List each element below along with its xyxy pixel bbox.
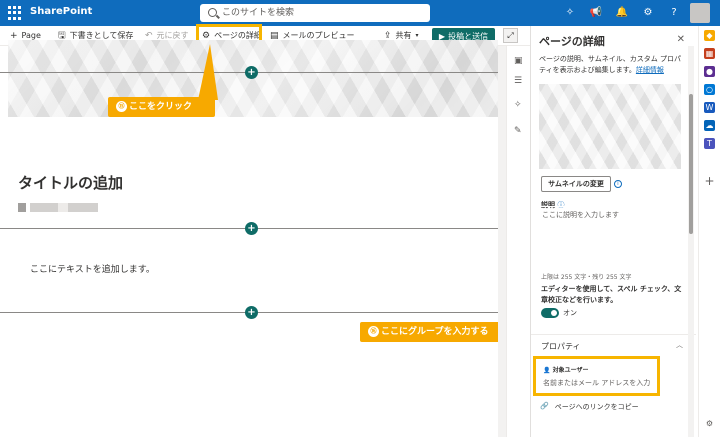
details-link[interactable]: 詳細情報 [636,66,664,74]
panel-description: ページの説明、サムネイル、カスタム プロパティを表示および編集します。詳細情報 [539,54,687,76]
panel-title: ページの詳細 [539,35,605,48]
copilot-icon[interactable]: ✧ [564,6,576,18]
add-section-icon[interactable]: + [245,306,258,319]
chevron-up-icon[interactable]: ︿ [676,340,683,350]
canvas-scrollbar[interactable] [498,46,506,437]
app-launcher-icon[interactable] [8,6,22,20]
search-placeholder: このサイトを検索 [222,8,295,18]
bell-icon[interactable]: 🔔 [616,6,628,18]
tag-icon[interactable]: ◆ [704,30,715,41]
toolbox-icon[interactable]: ▣ [514,56,523,66]
char-limit: 上限は 255 文字・残り 255 文字 [541,274,632,281]
toolbox-rail: ▣ ☰ ✧ ✎ [506,46,530,437]
add-section-icon[interactable]: + [245,66,258,79]
callout-pointer [198,44,218,100]
add-app-icon[interactable]: + [704,175,715,187]
gear-icon[interactable]: ⚙ [704,418,715,429]
search-box[interactable]: このサイトを検索 [200,4,430,22]
highlight-audience [533,356,660,396]
callout-click: ⑮ ここをクリック [108,97,215,117]
app-name[interactable]: SharePoint [30,6,92,17]
text-webpart[interactable]: ここにテキストを追加します。 [30,262,155,275]
sliders-icon[interactable]: ☰ [514,76,522,86]
search-icon [208,8,217,17]
author-byline [18,203,98,212]
avatar[interactable] [690,3,710,23]
thumbnail-image [539,84,681,169]
copy-link-button[interactable]: 🔗 ページへのリンクをコピー [540,402,639,412]
add-section-icon[interactable]: + [245,222,258,235]
editor-toggle[interactable] [541,308,559,318]
panel-scrollbar[interactable] [688,46,694,437]
callout-text: ここをクリック [129,102,193,112]
description-field[interactable]: ここに説明を入力します [539,206,682,271]
callout-number: ⑯ [368,326,379,337]
onedrive-icon[interactable]: ☁ [704,120,715,131]
suite-bar: SharePoint このサイトを検索 ✧ 📢 🔔 ⚙ ? [0,0,720,26]
collapse-icon[interactable]: ⤢ [503,28,518,43]
editor-text: エディターを使用して、スペル チェック、文章校正などを行います。 [541,285,682,304]
page-title[interactable]: タイトルの追加 [18,172,123,193]
teams-icon[interactable]: T [704,138,715,149]
people-icon[interactable]: ● [704,66,715,77]
change-thumbnail-button[interactable]: サムネイルの変更 [541,176,611,192]
suite-icons: ✧ 📢 🔔 ⚙ ? [564,6,680,18]
megaphone-icon[interactable]: 📢 [590,6,602,18]
toolbox-app-icon[interactable]: ▦ [704,48,715,59]
divider [531,334,696,335]
callout-text: ここにグループを入力する [381,327,489,337]
properties-header[interactable]: プロパティ [541,341,581,352]
gear-icon[interactable]: ⚙ [642,6,654,18]
info-icon[interactable]: i [614,180,622,188]
copy-link-label: ページへのリンクをコピー [554,403,639,411]
design-icon[interactable]: ✎ [514,126,522,136]
close-icon[interactable]: ✕ [677,34,685,45]
outlook-icon[interactable]: ○ [704,84,715,95]
word-icon[interactable]: W [704,102,715,113]
callout-number: ⑮ [116,101,127,112]
link-icon: 🔗 [540,402,549,410]
help-icon[interactable]: ? [668,6,680,18]
toggle-label: オン [563,309,577,317]
sparkle-icon[interactable]: ✧ [514,100,522,110]
app-sidebar: ◆ ▦ ● ○ W ☁ T + ⚙ [698,26,720,437]
